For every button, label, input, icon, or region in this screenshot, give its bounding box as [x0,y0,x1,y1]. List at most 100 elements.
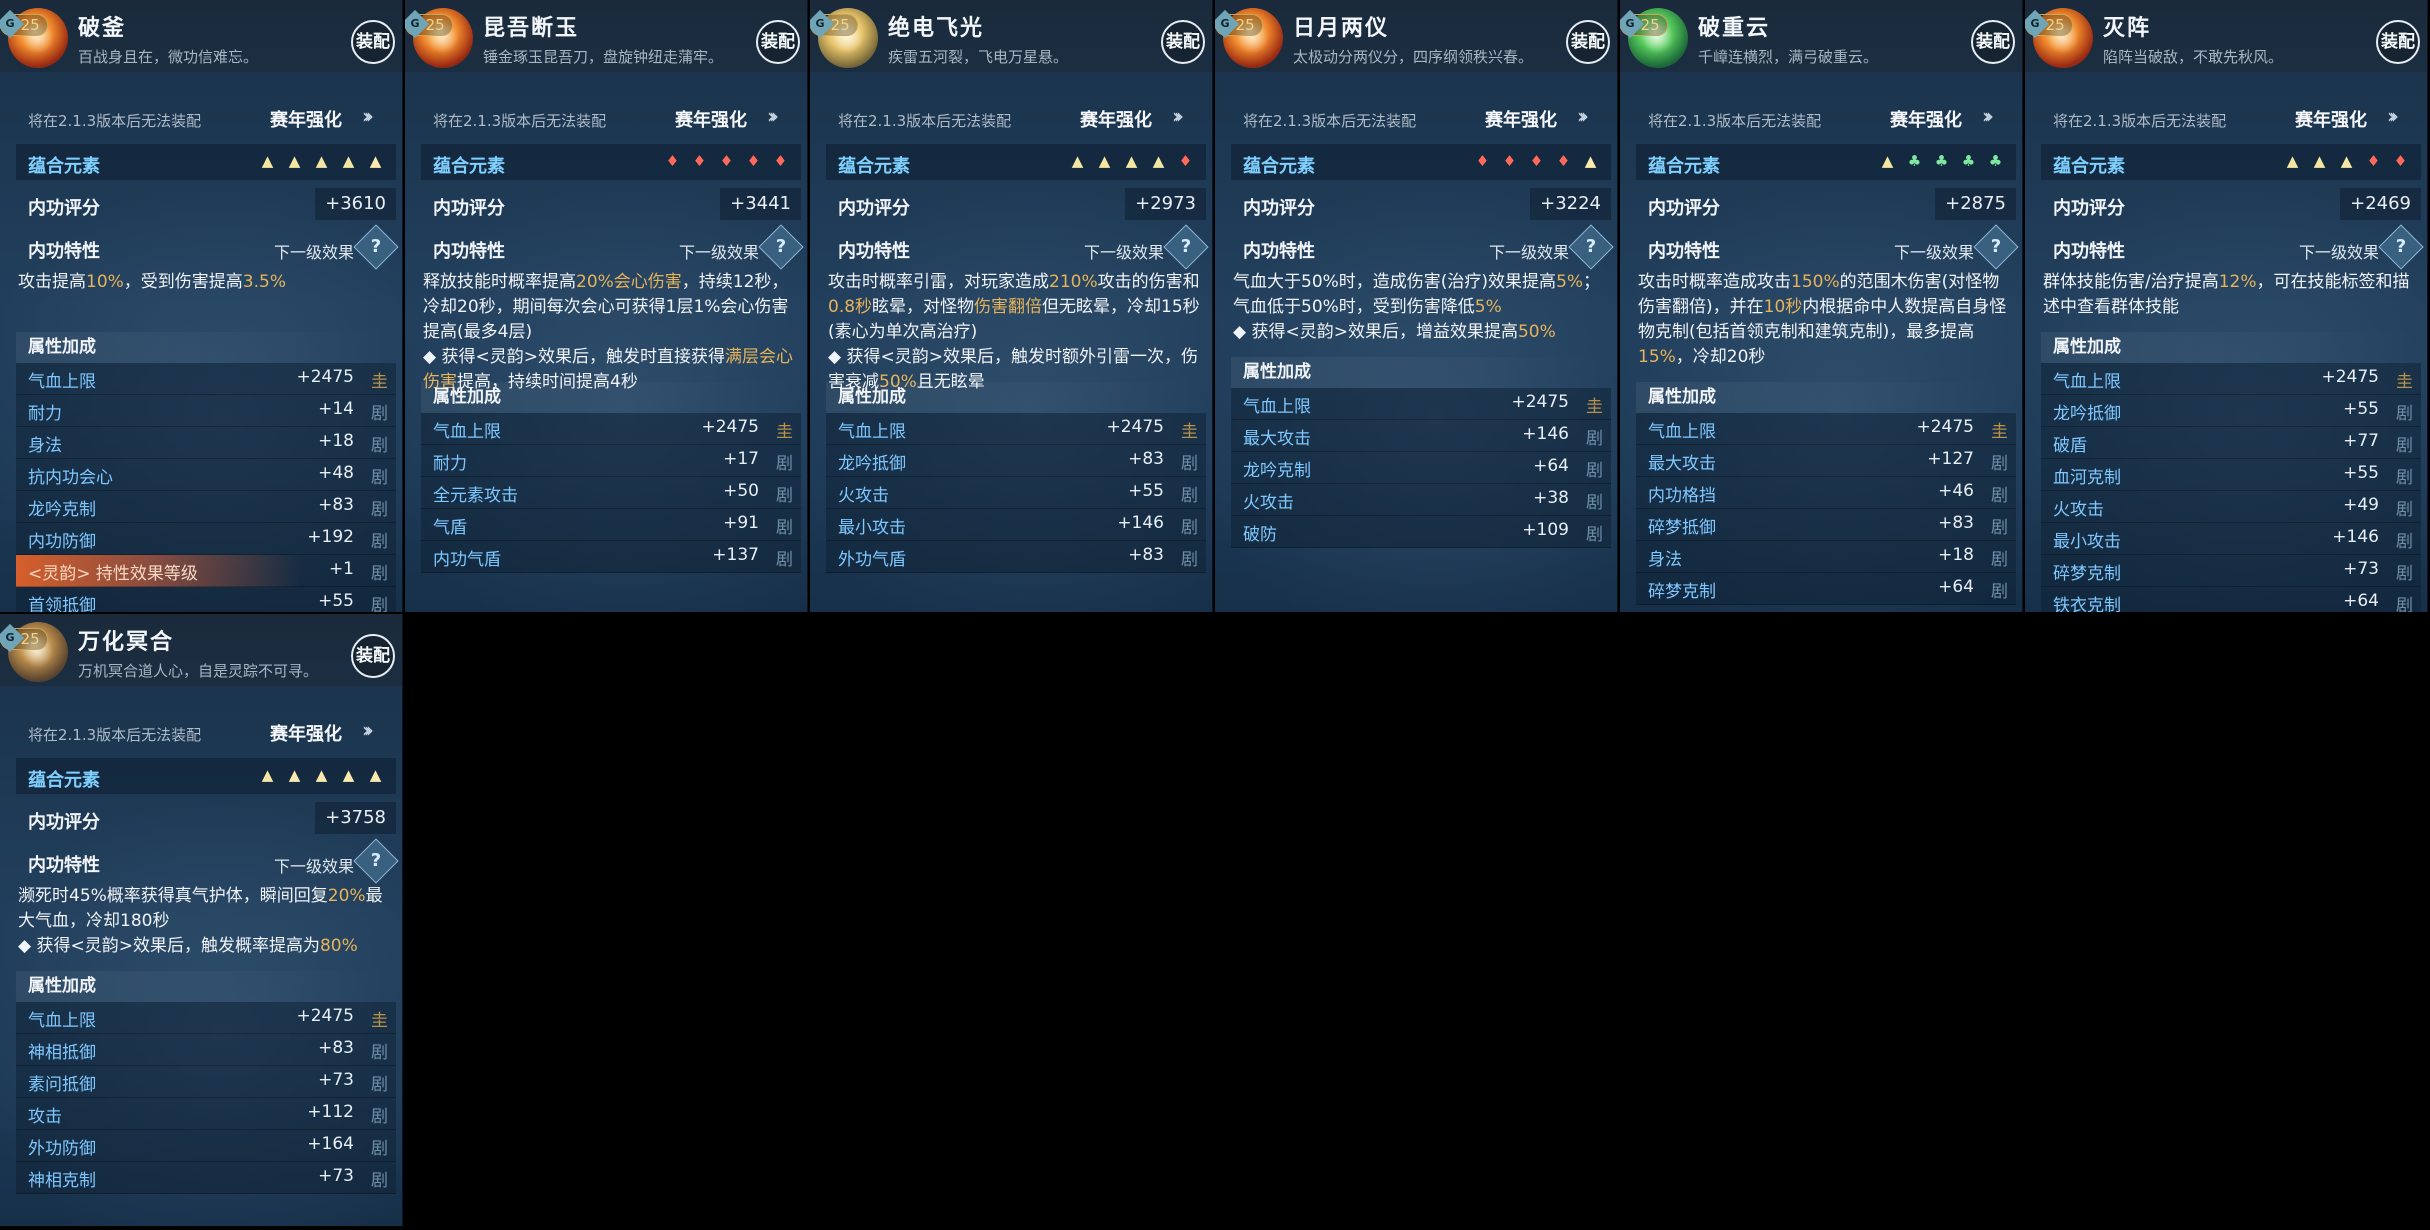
attribute-value: +146 [1522,424,1569,444]
season-enhance-button[interactable]: 赛年强化 [270,720,342,746]
attribute-name: 气血上限 [1243,397,1311,417]
next-level-button[interactable]: 下一级效果 [1084,239,1164,263]
season-enhance-button[interactable]: 赛年强化 [1485,106,1557,132]
help-icon[interactable]: ? [353,838,399,884]
chevron-right-icon[interactable]: ››› [767,104,779,128]
attribute-row: 气血上限 +2475 圭 [1231,388,1611,420]
element-row: 蕴合元素 ▲ ▲ ▲ ▲ ▲ [16,144,396,180]
equip-button[interactable]: 装配 [1566,20,1610,64]
item-name: 破重云 [1698,16,1771,41]
item-name: 昆吾断玉 [483,16,580,41]
trait-label: 内功特性 [28,241,100,262]
next-level-button[interactable]: 下一级效果 [1894,239,1974,263]
help-icon[interactable]: ? [1973,224,2019,270]
chevron-right-icon[interactable]: ››› [362,104,374,128]
attribute-name: 神相抵御 [28,1043,96,1063]
attribute-title: 属性加成 [1231,357,1611,388]
light-element-icon: ▲ [261,766,274,784]
attribute-list: 属性加成 气血上限 +2475 圭耐力 +14 剧身法 +18 剧抗内功会心 +48 剧龙吟克制 +… [16,332,396,612]
equip-button[interactable]: 装配 [351,20,395,64]
attribute-value: +2475 [296,1006,354,1026]
attribute-value: +55 [1128,481,1164,501]
attribute-list: 属性加成 气血上限 +2475 圭最大攻击 +146 剧龙吟克制 +64 剧火攻击 +38 剧破防… [1231,357,1611,548]
green-element-icon: ♣ [1934,152,1949,170]
help-icon[interactable]: ? [1568,224,1614,270]
season-enhance-button[interactable]: 赛年强化 [1890,106,1962,132]
light-element-icon: ▲ [342,152,355,170]
next-level-button[interactable]: 下一级效果 [274,853,354,877]
equip-button[interactable]: 装配 [756,20,800,64]
trait-row: 内功特性 下一级效果? [421,224,804,270]
attribute-value: +38 [1533,488,1569,508]
attribute-name: 耐力 [28,404,62,424]
score-row: 内功评分 +2973 [826,186,1206,222]
attribute-name: 气血上限 [1648,422,1716,442]
attribute-row: 外功气盾 +83 剧 [826,541,1206,573]
equip-button[interactable]: 装配 [1161,20,1205,64]
next-level-button[interactable]: 下一级效果 [2299,239,2379,263]
next-level-button[interactable]: 下一级效果 [679,239,759,263]
light-element-icon: ▲ [1071,152,1084,170]
item-name: 灭阵 [2103,16,2152,41]
attribute-value: +17 [723,449,759,469]
attribute-source-icon: 剧 [1991,518,2008,538]
help-icon[interactable]: ? [353,224,399,270]
attribute-list: 属性加成 气血上限 +2475 圭神相抵御 +83 剧素问抵御 +73 剧攻击 +112 剧外功防… [16,971,396,1194]
attribute-value: +164 [307,1134,354,1154]
chevron-right-icon[interactable]: ››› [1172,104,1184,128]
attribute-source-icon: 剧 [1991,486,2008,506]
attribute-value: +1 [328,559,354,579]
next-level-button[interactable]: 下一级效果 [1489,239,1569,263]
light-element-icon: ▲ [261,152,274,170]
chevron-right-icon[interactable]: ››› [1577,104,1589,128]
season-enhance-button[interactable]: 赛年强化 [1080,106,1152,132]
chevron-right-icon[interactable]: ››› [1982,104,1994,128]
attribute-title: 属性加成 [826,382,1206,413]
item-card: 绝电飞光 +25 G 疾雷五河裂，飞电万星悬。 装配 将在2.1.3版本后无法装配 赛年强化… [810,0,1213,612]
effect-text: ，冷却20秒 [1675,347,1766,367]
attribute-row: 龙吟克制 +64 剧 [1231,452,1611,484]
attribute-source-icon: 剧 [371,500,388,520]
help-icon[interactable]: ? [2378,224,2424,270]
help-icon[interactable]: ? [1163,224,1209,270]
season-enhance-button[interactable]: 赛年强化 [675,106,747,132]
trait-row: 内功特性 下一级效果? [1636,224,2019,270]
score-row: 内功评分 +2875 [1636,186,2016,222]
fire-element-icon: ♦ [2393,152,2408,170]
chevron-right-icon[interactable]: ››› [362,718,374,742]
attribute-value: +109 [1522,520,1569,540]
effect-highlight: 12% [2218,272,2257,292]
attribute-value: +73 [318,1070,354,1090]
attribute-source-icon: 剧 [371,1139,388,1159]
attribute-row: 气血上限 +2475 圭 [16,1002,396,1034]
effect-text: 攻击时概率引雷，对玩家造成 [828,272,1049,292]
item-card: 昆吾断玉 +25 G 锤金琢玉昆吾刀，盘旋钟纽走蒲牢。 装配 将在2.1.3版本后无法装配… [405,0,808,612]
trait-effect-text: 攻击提高10%，受到伤害提高3.5% [18,270,390,295]
effect-text: 群体技能伤害/治疗提高 [2043,272,2219,292]
equip-button[interactable]: 装配 [2376,20,2420,64]
element-row: 蕴合元素 ▲ ▲ ▲ ♦ ♦ [2041,144,2421,180]
season-enhance-button[interactable]: 赛年强化 [2295,106,2367,132]
attribute-source-icon: 剧 [1991,550,2008,570]
effect-text: 攻击提高 [18,272,86,292]
season-enhance-button[interactable]: 赛年强化 [270,106,342,132]
grade-tag-label: G [410,17,420,30]
attribute-name: 内功格挡 [1648,486,1716,506]
attribute-name: 神相克制 [28,1171,96,1191]
equip-button[interactable]: 装配 [351,634,395,678]
next-level-button[interactable]: 下一级效果 [274,239,354,263]
attribute-source-icon: 剧 [371,1171,388,1191]
chevron-right-icon[interactable]: ››› [2387,104,2399,128]
help-icon[interactable]: ? [758,224,804,270]
item-name: 万化冥合 [78,630,175,655]
attribute-source-icon: 圭 [2396,372,2413,392]
equip-button[interactable]: 装配 [1971,20,2015,64]
attribute-row: 最小攻击 +146 剧 [2041,523,2421,555]
attribute-value: +2475 [701,417,759,437]
item-name: 破釜 [78,16,127,41]
attribute-source-icon: 剧 [1586,461,1603,481]
attribute-row: 最小攻击 +146 剧 [826,509,1206,541]
element-icons: ▲ ♣ ♣ ♣ ♣ [1879,153,2004,170]
attribute-source-icon: 剧 [371,404,388,424]
attribute-name: 内功气盾 [433,550,501,570]
